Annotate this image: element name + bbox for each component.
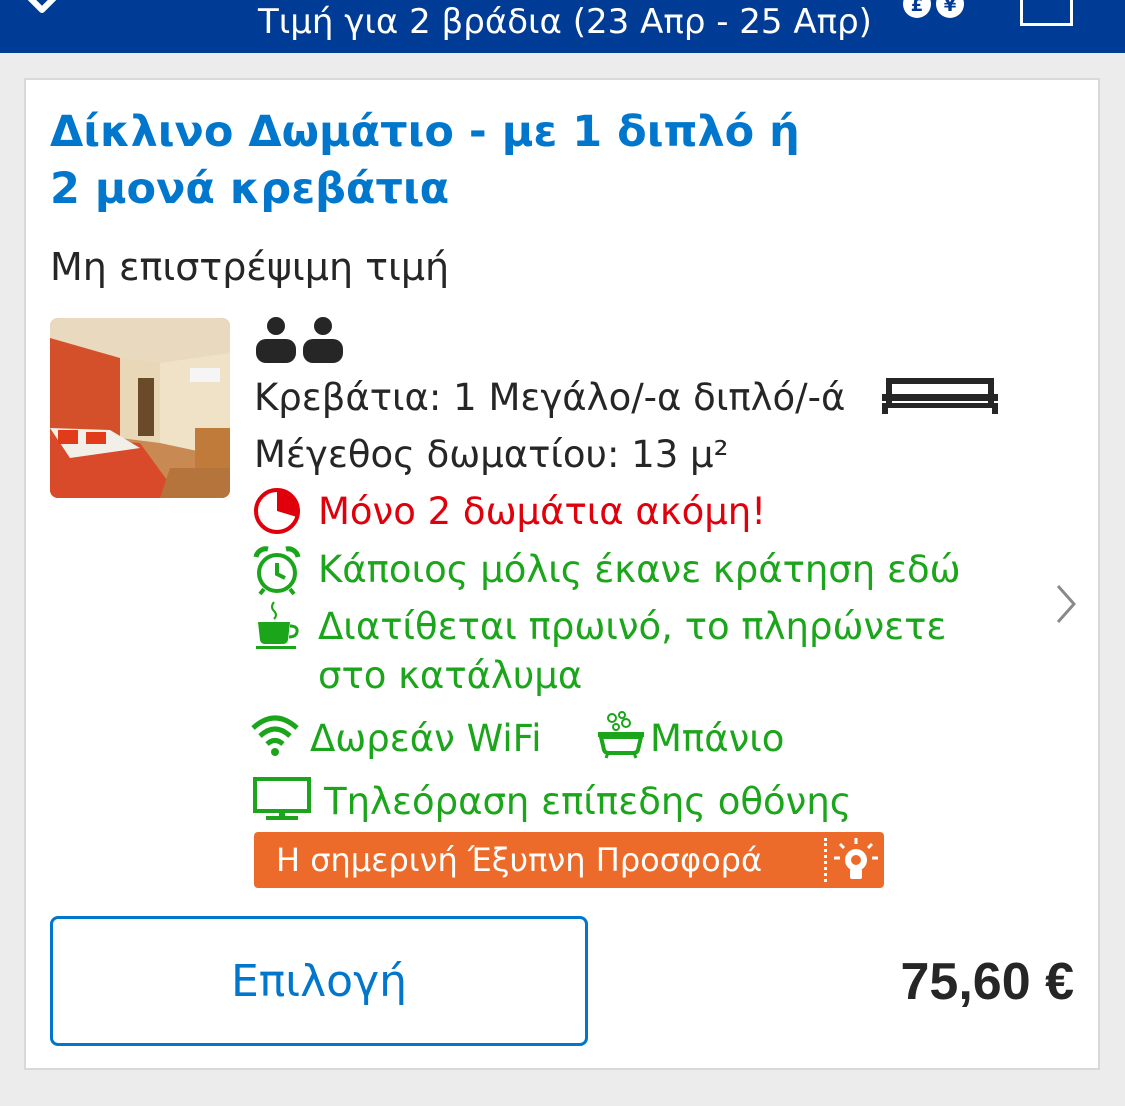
svg-text:¥: ¥ [944,0,957,16]
recent-booking-message: Κάποιος μόλις έκανε κράτηση εδώ [318,548,961,591]
tv-amenity: Τηλεόραση επίπεδης οθόνης [324,780,852,823]
wifi-icon [251,715,299,756]
breakfast-info-line1: Διατίθεται πρωινό, το πληρώνετε [318,605,947,648]
scarcity-message: Μόνο 2 δωμάτια ακόμη! [318,490,767,533]
refund-policy: Μη επιστρέψιμη τιμή [50,245,450,289]
wifi-amenity: Δωρεάν WiFi [310,717,542,760]
beds-info: Κρεβάτια: 1 Μεγάλο/-α διπλό/-ά [254,376,846,419]
header-title: Τιμή για 2 βράδια (23 Απρ - 25 Απρ) [258,2,872,42]
room-card: Δίκλινο Δωμάτιο - με 1 διπλό ή 2 μονά κρ… [24,78,1100,1070]
select-room-button[interactable]: Επιλογή [50,916,588,1046]
lightbulb-icon [834,838,878,879]
room-size: Μέγεθος δωματίου: 13 μ² [254,433,729,476]
chevron-right-icon[interactable] [1054,582,1078,626]
breakfast-info-line2: στο κατάλυμα [318,654,583,697]
pie-clock-icon [254,488,300,534]
back-icon[interactable] [20,0,70,28]
room-price: 75,60 € [900,953,1075,1011]
coffee-cup-icon [256,601,299,649]
top-navigation-bar: Τιμή για 2 βράδια (23 Απρ - 25 Απρ) £ ¥ [0,0,1125,53]
smart-deal-badge[interactable]: Η σημερινή Έξυπνη Προσφορά [254,832,884,888]
tv-icon [253,777,311,820]
room-title[interactable]: Δίκλινο Δωμάτιο - με 1 διπλό ή 2 μονά κρ… [50,104,830,218]
bathroom-amenity: Μπάνιο [650,717,785,760]
alarm-clock-icon [253,546,301,595]
occupancy-icon [256,317,343,363]
smart-deal-divider [824,838,827,882]
double-bed-icon [882,378,998,414]
bathtub-icon [598,711,644,759]
svg-text:£: £ [911,0,924,16]
currency-icon[interactable]: £ ¥ [902,0,968,22]
map-icon[interactable] [1020,0,1073,26]
room-photo[interactable] [50,318,230,498]
smart-deal-label: Η σημερινή Έξυπνη Προσφορά [276,841,763,879]
